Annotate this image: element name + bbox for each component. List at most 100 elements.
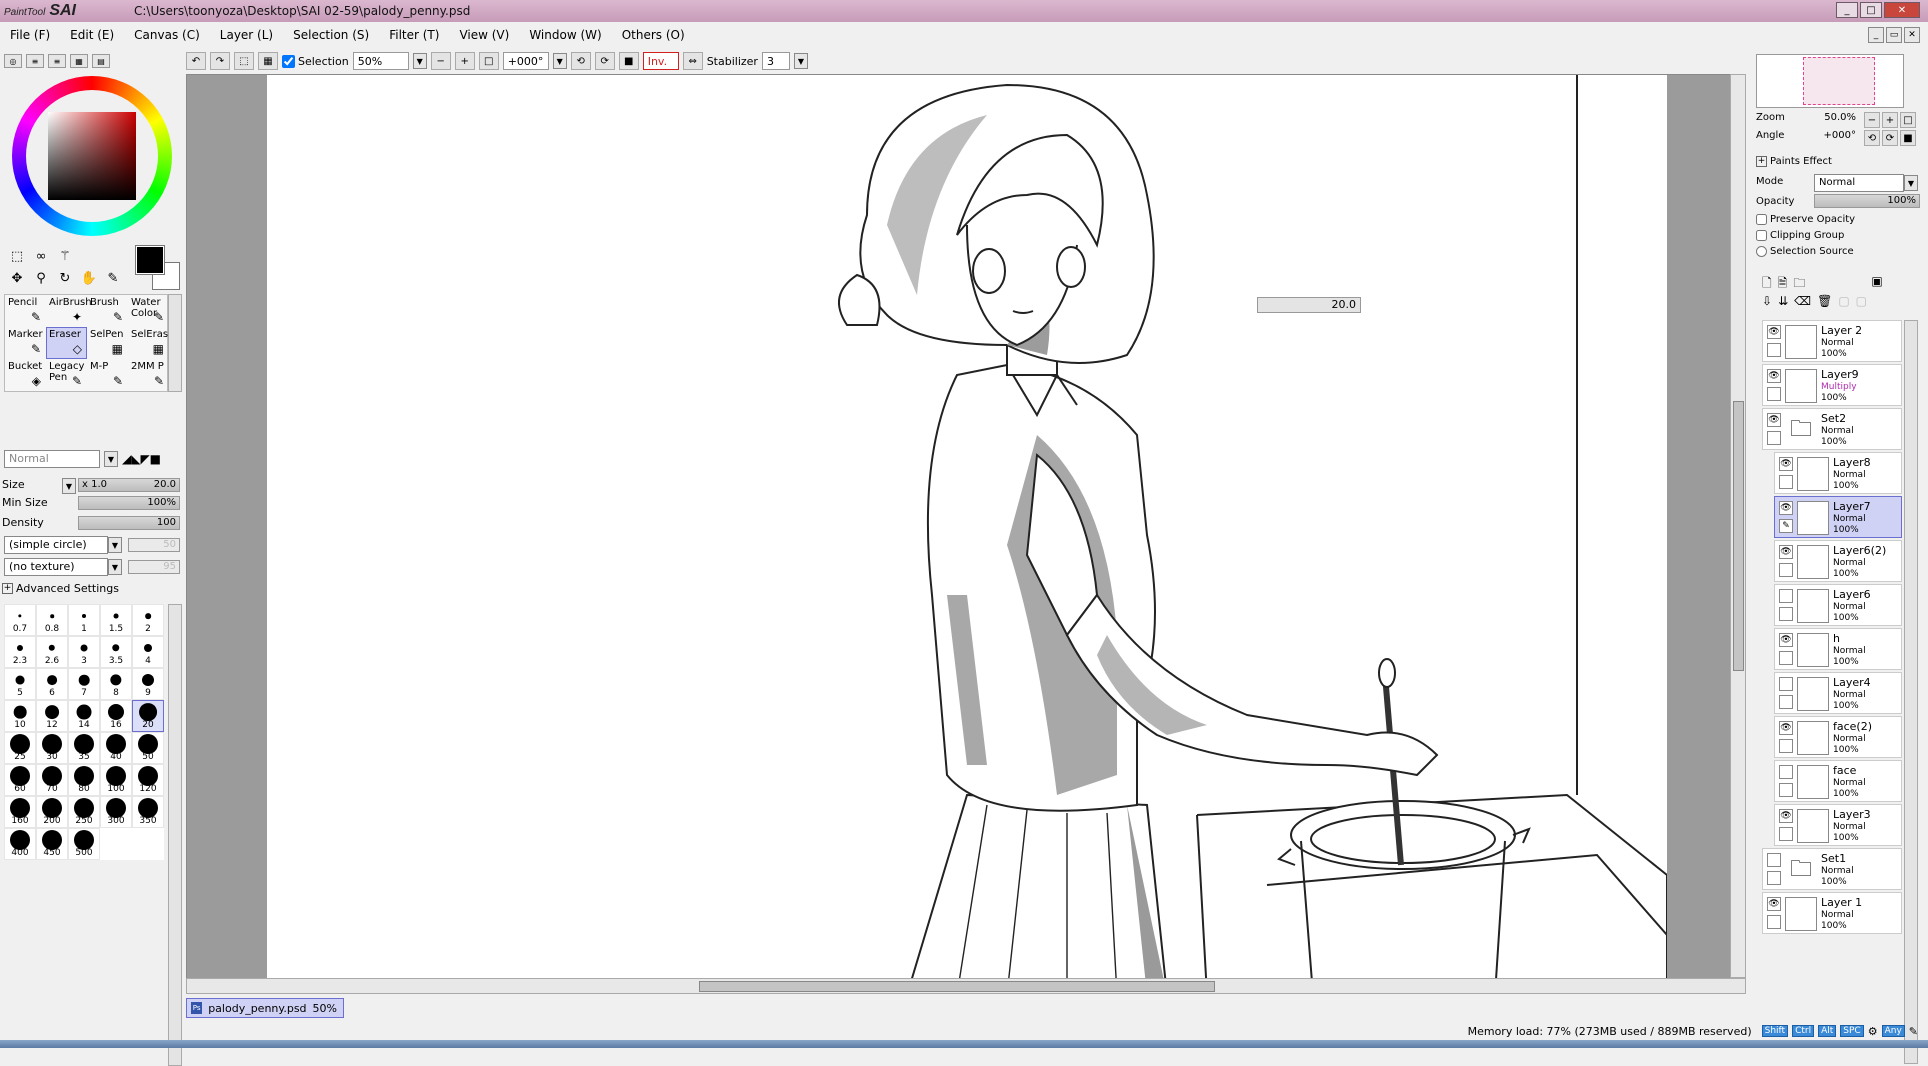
brush-pencil[interactable]: Pencil ✎	[5, 295, 46, 327]
preserve-opacity-checkbox[interactable]	[1756, 214, 1767, 225]
layer-row[interactable]: Layer4 Normal 100%	[1774, 672, 1902, 714]
brush-bucket[interactable]: Bucket ◈	[5, 359, 46, 391]
menu-edit[interactable]: Edit (E)	[60, 28, 124, 42]
density-slider[interactable]: 100	[78, 516, 180, 530]
lock-icon[interactable]	[1767, 871, 1781, 885]
new-linework-layer-icon[interactable]: 🗎	[1778, 274, 1788, 295]
color-square[interactable]	[48, 112, 136, 200]
brush-size-preset[interactable]: 25	[4, 732, 36, 764]
lock-icon[interactable]	[1779, 607, 1793, 621]
lock-icon[interactable]	[1767, 343, 1781, 357]
doc-restore-button[interactable]: ▭	[1886, 27, 1902, 43]
size-mode-icon[interactable]: ▼	[62, 478, 76, 494]
brush-size-preset[interactable]: 6	[36, 668, 68, 700]
layer-list-scrollbar[interactable]	[1904, 320, 1918, 1064]
zoom-field[interactable]: 50%	[352, 52, 409, 70]
brush-size-preset[interactable]: 70	[36, 764, 68, 796]
vertical-scroll-thumb[interactable]	[1733, 401, 1744, 671]
lock-icon[interactable]	[1767, 431, 1781, 445]
brush-marker[interactable]: Marker ✎	[5, 327, 46, 359]
canvas-horizontal-scrollbar[interactable]	[186, 978, 1746, 994]
brush-size-preset[interactable]: 2.3	[4, 636, 36, 668]
brush-seleras[interactable]: SelEras ▦	[128, 327, 169, 359]
brush-size-preset[interactable]: 400	[4, 828, 36, 860]
nav-rotate-reset-icon[interactable]: ■	[1900, 130, 1916, 146]
hand-icon[interactable]: ✋	[78, 268, 100, 288]
layer-row[interactable]: 👁 Layer 2 Normal 100%	[1762, 320, 1902, 362]
brush-size-preset[interactable]: 160	[4, 796, 36, 828]
lock-icon[interactable]	[1779, 563, 1793, 577]
close-button[interactable]: ✕	[1884, 2, 1920, 18]
rotate-reset-icon[interactable]: ■	[618, 52, 639, 70]
minimize-button[interactable]: _	[1836, 2, 1858, 18]
brush-size-scrollbar[interactable]	[168, 604, 182, 1066]
selection-checkbox[interactable]	[282, 54, 295, 68]
brush-size-preset[interactable]: 3.5	[100, 636, 132, 668]
texture-select[interactable]: (no texture)	[4, 558, 108, 576]
brush-brush[interactable]: Brush ✎	[87, 295, 128, 327]
brush-size-preset[interactable]: 80	[68, 764, 100, 796]
selection-source-toggle[interactable]: Selection Source	[1756, 246, 1854, 257]
paint-brush-icon[interactable]: ✎	[1779, 519, 1793, 533]
clipping-group-toggle[interactable]: Clipping Group	[1756, 230, 1844, 241]
brush-size-preset[interactable]: 60	[4, 764, 36, 796]
shape-dropdown-icon[interactable]: ▼	[108, 537, 122, 553]
nav-zoom-out-icon[interactable]: −	[1864, 112, 1880, 128]
brush-legacy-pen[interactable]: Legacy Pen ✎	[46, 359, 87, 391]
redo-icon[interactable]: ↷	[210, 52, 230, 70]
lock-icon[interactable]	[1767, 387, 1781, 401]
eye-icon[interactable]	[1767, 853, 1781, 867]
brush-selpen[interactable]: SelPen ▦	[87, 327, 128, 359]
texture-strength-slider[interactable]: 95	[128, 560, 180, 574]
brush-size-preset[interactable]: 16	[100, 700, 132, 732]
layer-row[interactable]: 👁 Layer3 Normal 100%	[1774, 804, 1902, 846]
brush-size-preset[interactable]: 4	[132, 636, 164, 668]
rgb-slider-icon[interactable]: ≡	[26, 54, 44, 68]
brush-size-preset[interactable]: 8	[100, 668, 132, 700]
document-tab[interactable]: Ps palody_penny.psd 50%	[186, 998, 344, 1018]
invert-button[interactable]: Inv.	[642, 52, 679, 70]
deselect-icon[interactable]: ⬚	[234, 52, 254, 70]
new-layer-icon[interactable]: 🗋	[1762, 274, 1772, 295]
eye-icon[interactable]	[1779, 765, 1793, 779]
brush-size-preset[interactable]: 30	[36, 732, 68, 764]
nav-rotate-right-icon[interactable]: ⟳	[1882, 130, 1898, 146]
eye-icon[interactable]	[1779, 677, 1793, 691]
nav-rotate-left-icon[interactable]: ⟲	[1864, 130, 1880, 146]
stabilizer-field[interactable]: 3	[761, 52, 790, 70]
hsv-slider-icon[interactable]: ≡	[48, 54, 66, 68]
brush-size-preset[interactable]: 300	[100, 796, 132, 828]
navigator-viewport[interactable]	[1803, 57, 1875, 105]
layer-mode-dropdown-icon[interactable]: ▼	[1904, 175, 1918, 191]
brush-mp[interactable]: M-P ✎	[87, 359, 128, 391]
layer-row[interactable]: 👁 Layer 1 Normal 100%	[1762, 892, 1902, 934]
merge-down-icon[interactable]: ⇊	[1778, 294, 1788, 308]
rotate-left-icon[interactable]: ⟲	[570, 52, 591, 70]
brush-size-preset[interactable]: 0.8	[36, 604, 68, 636]
brush-size-preset[interactable]: 14	[68, 700, 100, 732]
layer-row[interactable]: 👁 Layer6(2) Normal 100%	[1774, 540, 1902, 582]
layer-row[interactable]: 👁 ✎ Layer7 Normal 100%	[1774, 496, 1902, 538]
brush-size-preset[interactable]: 40	[100, 732, 132, 764]
layer-row[interactable]: 👁 face(2) Normal 100%	[1774, 716, 1902, 758]
eyedropper-icon[interactable]: ✎	[102, 268, 124, 288]
brush-size-preset[interactable]: 450	[36, 828, 68, 860]
lock-icon[interactable]	[1767, 915, 1781, 929]
canvas-area[interactable]: 20.0	[186, 74, 1746, 994]
brush-size-preset[interactable]: 9	[132, 668, 164, 700]
stabilizer-dropdown-icon[interactable]: ▼	[793, 53, 808, 69]
color-wheel[interactable]	[12, 76, 172, 236]
brush-size-preset[interactable]: 1	[68, 604, 100, 636]
brush-shape-select[interactable]: (simple circle)	[4, 536, 108, 554]
brush-size-preset[interactable]: 250	[68, 796, 100, 828]
lock-icon[interactable]	[1779, 475, 1793, 489]
eye-icon[interactable]	[1779, 589, 1793, 603]
layer-row[interactable]: 👁 h Normal 100%	[1774, 628, 1902, 670]
angle-dropdown-icon[interactable]: ▼	[552, 53, 567, 69]
layer-mask-icon[interactable]: ▢	[1838, 294, 1849, 308]
swatches-icon[interactable]: ▦	[70, 54, 88, 68]
brush-size-preset[interactable]: 100	[100, 764, 132, 796]
invert-selection-icon[interactable]: ▦	[258, 52, 278, 70]
brush-size-preset[interactable]: 2	[132, 604, 164, 636]
rotate-icon[interactable]: ↻	[54, 268, 76, 288]
